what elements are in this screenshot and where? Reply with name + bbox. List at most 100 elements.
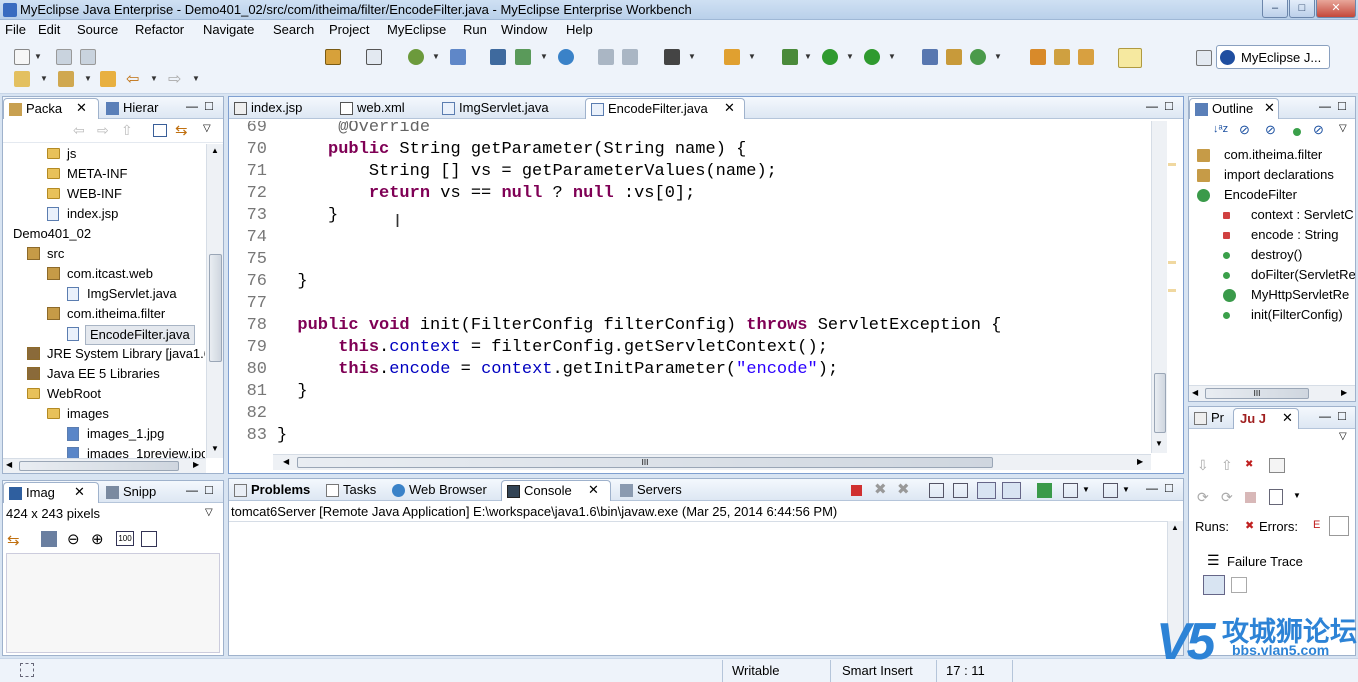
outline-item[interactable]: destroy()	[1189, 245, 1355, 265]
tab-web-xml[interactable]: web.xml	[335, 98, 411, 119]
chevron-down-icon[interactable]: ▼	[1293, 491, 1301, 500]
new-icon[interactable]	[14, 49, 30, 65]
minimize-button[interactable]: –	[1262, 0, 1288, 18]
collapse-all-icon[interactable]	[153, 124, 167, 137]
chevron-down-icon[interactable]: ▼	[84, 74, 92, 84]
menu-run[interactable]: Run	[463, 22, 487, 37]
tree-item[interactable]: images_1preview.jpg	[3, 444, 205, 458]
clear-console-icon[interactable]	[929, 483, 944, 498]
maximize-view-icon[interactable]: □	[1338, 98, 1346, 113]
link-editor-icon[interactable]: ⇆	[175, 121, 188, 139]
view-menu-icon[interactable]: ▽	[1339, 123, 1347, 134]
tab-properties[interactable]: Pr	[1189, 408, 1230, 429]
outline-item[interactable]: com.itheima.filter	[1189, 145, 1355, 165]
scroll-thumb[interactable]	[1154, 373, 1166, 433]
new-project-icon[interactable]	[922, 49, 938, 65]
tree-icon[interactable]	[490, 49, 506, 65]
code-line[interactable]: 74	[229, 227, 1149, 249]
code-line[interactable]: 79 this.context = filterConfig.getServle…	[229, 337, 1149, 359]
forward-icon[interactable]: ⇨	[168, 69, 181, 89]
outline-item[interactable]: doFilter(ServletRe	[1189, 265, 1355, 285]
zoom-in-icon[interactable]: ⊕	[91, 530, 104, 548]
tree-item[interactable]: index.jsp	[3, 204, 205, 224]
tab-problems[interactable]: Problems	[229, 480, 316, 501]
tool-icon[interactable]	[598, 49, 614, 65]
fit-window-icon[interactable]	[141, 531, 157, 547]
outline-item[interactable]: MyHttpServletRe	[1189, 285, 1355, 305]
show-stdout-icon[interactable]	[977, 482, 996, 499]
code-line[interactable]: 73 }	[229, 205, 1149, 227]
camera-icon[interactable]	[664, 49, 680, 65]
toggle-mark-icon[interactable]	[1118, 48, 1142, 68]
view-menu-icon[interactable]: ▽	[205, 507, 213, 518]
db-icon[interactable]	[515, 49, 531, 65]
terminate-icon[interactable]	[851, 485, 862, 496]
debug-icon[interactable]	[782, 49, 798, 65]
scroll-up-icon[interactable]: ▲	[211, 146, 219, 155]
close-icon[interactable]: ✕	[76, 100, 87, 116]
tree-item[interactable]: ImgServlet.java	[3, 284, 205, 304]
stop-icon[interactable]	[1245, 492, 1256, 503]
save-icon[interactable]	[56, 49, 72, 65]
rerun-failed-icon[interactable]: ⟳	[1221, 489, 1233, 506]
outline-item[interactable]: context : ServletC	[1189, 205, 1355, 225]
chevron-down-icon[interactable]: ▼	[192, 74, 200, 84]
scroll-left-icon[interactable]: ◀	[1192, 388, 1198, 397]
tab-package-explorer[interactable]: Packa ✕	[3, 98, 99, 119]
wizard-icon[interactable]	[408, 49, 424, 65]
code-line[interactable]: 75	[229, 249, 1149, 271]
code-line[interactable]: 82	[229, 403, 1149, 425]
code-line[interactable]: 77	[229, 293, 1149, 315]
tree-item[interactable]: src	[3, 244, 205, 264]
menu-navigate[interactable]: Navigate	[203, 22, 254, 37]
last-edit-icon[interactable]	[100, 71, 116, 87]
run-external-icon[interactable]	[864, 49, 880, 65]
open-console-icon[interactable]	[1103, 483, 1118, 498]
tab-encodefilter-java[interactable]: EncodeFilter.java ✕	[585, 98, 745, 119]
maximize-view-icon[interactable]: □	[1338, 408, 1346, 423]
close-icon[interactable]: ✕	[74, 484, 85, 500]
outline-item[interactable]: EncodeFilter	[1189, 185, 1355, 205]
minimize-view-icon[interactable]: —	[186, 99, 198, 113]
close-button[interactable]: ✕	[1316, 0, 1356, 18]
scroll-right-icon[interactable]: ▶	[1137, 457, 1143, 466]
tree-item[interactable]: com.itheima.filter	[3, 304, 205, 324]
code-line[interactable]: 76 }	[229, 271, 1149, 293]
deploy-icon[interactable]	[325, 49, 341, 65]
remove-launch-icon[interactable]: ✖	[874, 480, 887, 498]
maximize-view-icon[interactable]: □	[1165, 480, 1173, 495]
up-icon[interactable]: ⇧	[121, 122, 133, 139]
chevron-down-icon[interactable]: ▼	[804, 52, 812, 62]
new-wizard-icon[interactable]	[724, 49, 740, 65]
maximize-view-icon[interactable]: □	[205, 482, 213, 497]
filter-stack-icon[interactable]	[1203, 575, 1225, 595]
new-class-icon[interactable]	[970, 49, 986, 65]
vertical-scrollbar[interactable]: ▲ ▼	[206, 144, 223, 458]
tab-outline[interactable]: Outline ✕	[1189, 98, 1279, 119]
chevron-down-icon[interactable]: ▼	[748, 52, 756, 62]
actual-size-icon[interactable]: 100	[116, 531, 134, 546]
tab-web-browser[interactable]: Web Browser	[387, 480, 493, 501]
code-line[interactable]: 80 this.encode = context.getInitParamete…	[229, 359, 1149, 381]
scroll-left-icon[interactable]: ◀	[6, 460, 12, 469]
menu-refactor[interactable]: Refactor	[135, 22, 184, 37]
globe-icon[interactable]	[558, 49, 574, 65]
maximize-button[interactable]: □	[1289, 0, 1315, 18]
scroll-lock-icon[interactable]	[953, 483, 968, 498]
sort-icon[interactable]: ↓ᵃz	[1213, 123, 1228, 135]
vertical-scrollbar[interactable]: ▼	[1151, 121, 1167, 453]
tab-snippets[interactable]: Snipp	[101, 482, 162, 503]
tab-console[interactable]: Console ✕	[501, 480, 611, 501]
chevron-down-icon[interactable]: ▼	[40, 74, 48, 84]
menu-window[interactable]: Window	[501, 22, 547, 37]
back-icon[interactable]: ⇦	[73, 122, 85, 139]
scroll-right-icon[interactable]: ▶	[193, 460, 199, 469]
tab-image[interactable]: Imag ✕	[3, 482, 99, 503]
open-perspective-icon[interactable]	[1196, 50, 1212, 66]
menu-file[interactable]: File	[5, 22, 26, 37]
tree-item[interactable]: META-INF	[3, 164, 205, 184]
outline-item[interactable]: import declarations	[1189, 165, 1355, 185]
tree-item[interactable]: WEB-INF	[3, 184, 205, 204]
chevron-down-icon[interactable]: ▼	[1122, 485, 1130, 494]
code-line[interactable]: 83}	[229, 425, 1149, 447]
